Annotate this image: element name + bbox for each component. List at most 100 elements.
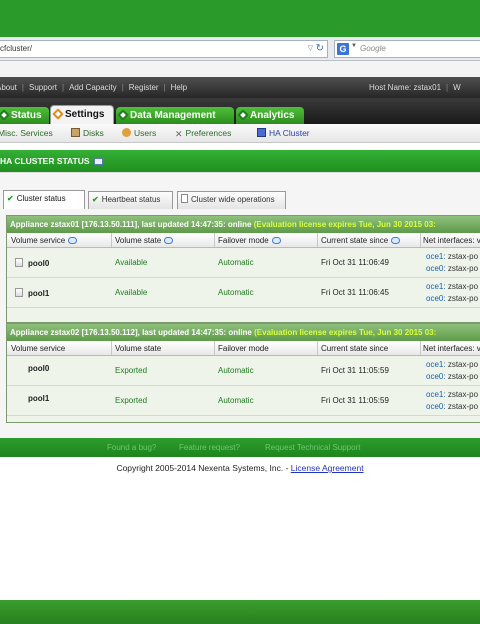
refresh-icon[interactable]: ↻ [316, 41, 324, 57]
volume-state: Available [115, 288, 148, 297]
address-text: cfcluster/ [0, 44, 33, 53]
hostname-label: Host Name: zstax01 [369, 83, 442, 92]
state-since: Fri Oct 31 11:05:59 [321, 366, 389, 375]
tab-heartbeat-status[interactable]: ✔ Heartbeat status [88, 191, 173, 209]
book-icon[interactable] [93, 158, 103, 165]
history-dropdown-icon[interactable]: ▽ [308, 41, 313, 57]
appliance-title: Appliance zstax01 [176.13.50.111], last … [10, 220, 252, 229]
pool-name[interactable]: pool1 [28, 394, 49, 403]
net-interface: oce0: zstax-po [426, 264, 479, 273]
license-notice: (Evaluation license expires Tue, Jun 30 … [254, 328, 437, 337]
tab-analytics-label: Analytics [250, 110, 295, 121]
col-failover-mode: Failover mode [218, 344, 269, 353]
page-gap [0, 143, 480, 150]
technical-support-link[interactable]: Request Technical Support [265, 438, 360, 457]
failover-mode: Automatic [218, 366, 254, 375]
tab-status-label: Status [11, 110, 42, 121]
net-interface: oce0: zstax-po [426, 372, 479, 381]
analytics-tab-icon [237, 109, 249, 121]
browser-toolbar: cfcluster/ ▽ ↻ G ▼ Google [0, 37, 480, 61]
table-row[interactable]: pool0 Exported Automatic Fri Oct 31 11:0… [7, 356, 480, 386]
nav-help-link[interactable]: Help [171, 83, 187, 92]
license-notice: (Evaluation license expires Tue, Jun 30 … [253, 220, 436, 229]
help-icon[interactable] [164, 237, 174, 244]
col-volume-service: Volume service [11, 233, 78, 248]
table-row[interactable]: pool1 Exported Automatic Fri Oct 31 11:0… [7, 386, 480, 416]
nav-support-link[interactable]: Support [29, 83, 57, 92]
tab-cluster-wide-operations[interactable]: Cluster wide operations [177, 191, 286, 209]
col-volume-service: Volume service [11, 344, 66, 353]
col-volume-state: Volume state [115, 344, 162, 353]
tab-settings[interactable]: Settings [50, 105, 114, 124]
nav-register-link[interactable]: Register [129, 83, 159, 92]
appliance-header: Appliance zstax01 [176.13.50.111], last … [7, 216, 480, 233]
footer-bar: Found a bug? Feature request? Request Te… [0, 438, 480, 457]
tab-cluster-wide-operations-label: Cluster wide operations [191, 195, 275, 204]
help-icon[interactable] [68, 237, 78, 244]
volume-state: Exported [115, 396, 148, 405]
subnav-disks[interactable]: Disks [71, 124, 104, 143]
help-icon[interactable] [271, 237, 281, 244]
search-engine-dropdown-icon[interactable]: ▼ [351, 43, 357, 49]
net-interface: oce1: zstax-po [426, 360, 479, 369]
table-row[interactable]: pool0 Available Automatic Fri Oct 31 11:… [7, 248, 480, 278]
tab-status[interactable]: Status [0, 107, 49, 124]
tab-heartbeat-status-label: Heartbeat status [101, 195, 161, 204]
main-tab-bar: Status Settings Data Management Analytic… [0, 98, 480, 124]
tab-cluster-status-label: Cluster status [16, 194, 66, 203]
failover-mode: Automatic [218, 258, 254, 267]
found-bug-link[interactable]: Found a bug? [107, 438, 156, 457]
users-icon [122, 128, 131, 137]
help-icon[interactable] [391, 237, 401, 244]
table-row[interactable]: pool1 Available Automatic Fri Oct 31 11:… [7, 278, 480, 308]
subnav-preferences-label: Preferences [185, 128, 232, 138]
disks-icon [71, 128, 80, 137]
window-top-band [0, 0, 480, 37]
volume-state: Available [115, 258, 148, 267]
state-since: Fri Oct 31 11:05:59 [321, 396, 389, 405]
net-interface: oce1: zstax-po [426, 282, 479, 291]
subnav-preferences[interactable]: ✕ Preferences [175, 124, 231, 143]
state-since: Fri Oct 31 11:06:45 [321, 288, 389, 297]
ha-cluster-icon [257, 128, 266, 137]
col-volume-state: Volume state [115, 233, 174, 248]
appliance-title: Appliance zstax02 [176.13.50.112], last … [10, 328, 252, 337]
search-placeholder: Google [360, 44, 386, 53]
pool-name[interactable]: pool0 [28, 364, 49, 373]
failover-mode: Automatic [218, 396, 254, 405]
check-icon: ✔ [7, 194, 14, 203]
pool-name[interactable]: pool1 [15, 288, 49, 298]
main-content: ✔ Cluster status ✔ Heartbeat status Cluste… [0, 172, 480, 438]
nav-add-capacity-link[interactable]: Add Capacity [69, 83, 117, 92]
search-engine-icon[interactable]: G [337, 43, 349, 55]
pool-name[interactable]: pool0 [15, 258, 49, 268]
license-agreement-link[interactable]: License Agreement [291, 463, 364, 473]
subnav-users[interactable]: Users [122, 124, 156, 143]
settings-tab-icon [52, 108, 64, 120]
nav-about-link[interactable]: About [0, 83, 17, 92]
address-bar[interactable]: cfcluster/ ▽ ↻ [0, 40, 328, 58]
net-interface: oce1: zstax-po [426, 252, 479, 261]
col-net-interfaces: Net interfaces: v [423, 344, 480, 353]
status-tab-icon [0, 109, 10, 121]
window-bottom-band [0, 600, 480, 624]
subnav-ha-cluster[interactable]: HA Cluster [257, 124, 310, 143]
appliance-panel: Appliance zstax02 [176.13.50.112], last … [6, 323, 480, 423]
col-net-interfaces: Net interfaces: v [423, 236, 480, 245]
search-box[interactable]: G ▼ Google [334, 40, 480, 58]
net-interface: oce0: zstax-po [426, 294, 479, 303]
data-management-tab-icon [117, 109, 129, 121]
tab-analytics[interactable]: Analytics [236, 107, 304, 124]
disk-icon [15, 288, 23, 297]
subnav-misc-services[interactable]: Misc. Services [0, 124, 53, 143]
table-header: Volume service Volume state Failover mod… [7, 341, 480, 356]
disk-icon [15, 258, 23, 267]
nav-trailing-link[interactable]: W [453, 83, 461, 92]
tab-data-management-label: Data Management [130, 110, 216, 121]
wrench-icon: ✕ [175, 129, 183, 139]
page-title: HA CLUSTER STATUS [0, 156, 90, 166]
tab-data-management[interactable]: Data Management [116, 107, 234, 124]
feature-request-link[interactable]: Feature request? [179, 438, 240, 457]
tab-cluster-status[interactable]: ✔ Cluster status [3, 190, 85, 209]
copyright: Copyright 2005-2014 Nexenta Systems, Inc… [0, 463, 480, 473]
